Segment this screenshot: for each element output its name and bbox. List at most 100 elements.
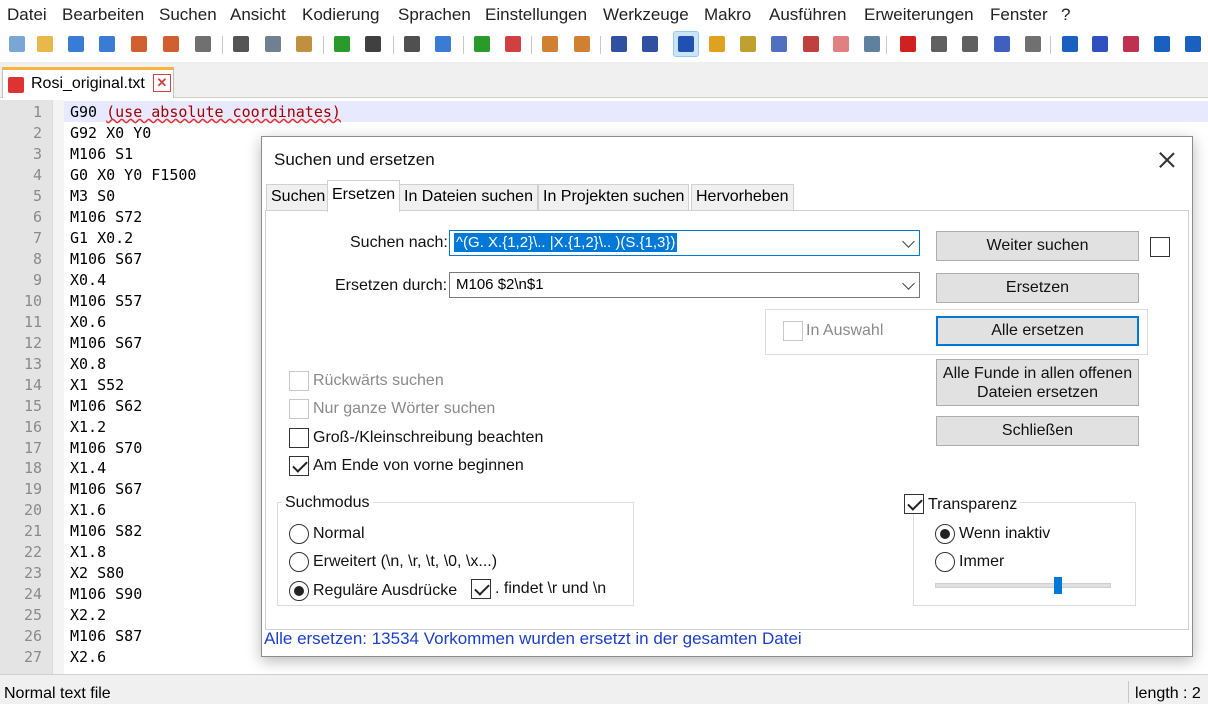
menu-suchen[interactable]: Suchen (159, 5, 217, 25)
code-line[interactable]: X0.8 (70, 355, 106, 373)
menu-help[interactable]: ? (1061, 5, 1070, 25)
find-icon[interactable] (400, 32, 424, 56)
save-icon[interactable] (64, 32, 88, 56)
dot-matches-newline-checkbox[interactable] (471, 579, 491, 599)
code-line[interactable]: M106 S82 (70, 522, 142, 540)
transparency-slider-thumb[interactable] (1054, 577, 1063, 594)
transparency-inactive-radio[interactable] (935, 524, 955, 544)
transparency-always-radio[interactable] (935, 552, 955, 572)
menu-bearbeiten[interactable]: Bearbeiten (62, 5, 144, 25)
menu-ausfuehren[interactable]: Ausführen (769, 5, 847, 25)
backward-checkbox[interactable] (289, 371, 309, 391)
transparency-checkbox[interactable] (904, 494, 924, 514)
in-selection-checkbox[interactable] (783, 321, 803, 341)
menu-einstellungen[interactable]: Einstellungen (485, 5, 587, 25)
whole-word-checkbox[interactable] (289, 399, 309, 419)
menu-fenster[interactable]: Fenster (990, 5, 1048, 25)
plugin-a-icon[interactable] (1058, 32, 1082, 56)
code-line[interactable]: M106 S1 (70, 145, 133, 163)
plugin-e-icon[interactable] (1181, 32, 1205, 56)
sync-vertical-icon[interactable] (538, 32, 562, 56)
plugin-b-icon[interactable] (1088, 32, 1112, 56)
close-button[interactable]: Schließen (936, 416, 1139, 446)
code-line[interactable]: M106 S67 (70, 250, 142, 268)
replace-input[interactable]: M106 $2\n$1 (456, 276, 544, 293)
code-line[interactable]: X1.8 (70, 543, 106, 561)
doc-list-icon[interactable] (767, 32, 791, 56)
monitoring-icon[interactable] (860, 32, 884, 56)
code-line[interactable]: X1.4 (70, 459, 106, 477)
menu-makro[interactable]: Makro (704, 5, 751, 25)
tab-ersetzen[interactable]: Ersetzen (327, 180, 401, 212)
play-multiple-macro-icon[interactable] (990, 32, 1014, 56)
code-line[interactable]: G92 X0 Y0 (70, 124, 151, 142)
udl-icon[interactable] (705, 32, 729, 56)
dialog-close-icon[interactable] (1156, 149, 1178, 171)
code-line[interactable]: X0.6 (70, 313, 106, 331)
chevron-down-icon[interactable] (902, 277, 915, 290)
tab-in-projekten-suchen[interactable]: In Projekten suchen (538, 184, 690, 211)
code-line[interactable]: X1 S52 (70, 376, 124, 394)
code-line[interactable]: M3 S0 (70, 187, 115, 205)
code-line[interactable]: X2 S80 (70, 564, 124, 582)
indent-guide-icon[interactable] (673, 31, 699, 57)
tab-hervorheben[interactable]: Hervorheben (691, 184, 794, 211)
code-line[interactable]: X0.4 (70, 271, 106, 289)
tab-suchen[interactable]: Suchen (266, 184, 331, 211)
menu-erweiterungen[interactable]: Erweiterungen (864, 5, 974, 25)
sync-horizontal-icon[interactable] (570, 32, 594, 56)
tab-in-dateien-suchen[interactable]: In Dateien suchen (399, 184, 538, 211)
wrap-around-checkbox[interactable] (289, 456, 309, 476)
code-line[interactable]: G90 (use absolute coordinates) (70, 103, 341, 121)
find-next-button[interactable]: Weiter suchen (936, 231, 1139, 261)
code-line[interactable]: G0 X0 Y0 F1500 (70, 166, 196, 184)
plugin-c-icon[interactable] (1119, 32, 1143, 56)
code-line[interactable]: M106 S72 (70, 208, 142, 226)
show-all-chars-icon[interactable] (638, 32, 662, 56)
cut-icon[interactable] (229, 32, 253, 56)
function-list-icon[interactable] (799, 32, 823, 56)
zoom-in-icon[interactable] (470, 32, 494, 56)
zoom-out-icon[interactable] (501, 32, 525, 56)
code-line[interactable]: M106 S57 (70, 292, 142, 310)
code-line[interactable]: X1.6 (70, 501, 106, 519)
open-file-icon[interactable] (33, 32, 57, 56)
transparency-slider[interactable] (935, 583, 1111, 588)
close-tab-icon[interactable]: ✕ (153, 74, 171, 92)
mode-regex-radio[interactable] (289, 581, 309, 601)
code-line[interactable]: M106 S67 (70, 334, 142, 352)
mode-normal-radio[interactable] (289, 524, 309, 544)
close-all-icon[interactable] (159, 32, 183, 56)
save-macro-icon[interactable] (1021, 32, 1045, 56)
menu-datei[interactable]: Datei (7, 5, 47, 25)
code-line[interactable]: M106 S70 (70, 439, 142, 457)
replace-all-open-docs-button[interactable]: Alle Funde in allen offenen Dateien erse… (936, 359, 1139, 406)
find-combobox[interactable]: ^(G. X.{1,2}\.. |X.{1,2}\.. )(S.{1,3}) (449, 230, 920, 256)
word-wrap-icon[interactable] (607, 32, 631, 56)
stop-macro-icon[interactable] (927, 32, 951, 56)
code-line[interactable]: M106 S67 (70, 480, 142, 498)
doc-map-icon[interactable] (736, 32, 760, 56)
menu-kodierung[interactable]: Kodierung (302, 5, 380, 25)
replace-icon[interactable] (431, 32, 455, 56)
menu-sprachen[interactable]: Sprachen (398, 5, 471, 25)
print-icon[interactable] (191, 32, 215, 56)
save-all-icon[interactable] (95, 32, 119, 56)
code-line[interactable]: M106 S87 (70, 627, 142, 645)
code-line[interactable]: G1 X0.2 (70, 229, 133, 247)
code-line[interactable]: M106 S90 (70, 585, 142, 603)
record-macro-icon[interactable] (896, 32, 920, 56)
find-next-option-checkbox[interactable] (1150, 237, 1170, 257)
mode-extended-radio[interactable] (289, 552, 309, 572)
file-tab[interactable]: Rosi_original.txt ✕ (2, 67, 174, 98)
match-case-checkbox[interactable] (289, 428, 309, 448)
code-line[interactable]: M106 S62 (70, 397, 142, 415)
replace-button[interactable]: Ersetzen (936, 273, 1139, 303)
new-file-icon[interactable] (5, 32, 29, 56)
menu-werkzeuge[interactable]: Werkzeuge (603, 5, 689, 25)
chevron-down-icon[interactable] (902, 235, 915, 248)
code-line[interactable]: X1.2 (70, 418, 106, 436)
code-line[interactable]: X2.2 (70, 606, 106, 624)
replace-all-button[interactable]: Alle ersetzen (936, 316, 1139, 346)
find-input[interactable]: ^(G. X.{1,2}\.. |X.{1,2}\.. )(S.{1,3}) (454, 233, 678, 252)
